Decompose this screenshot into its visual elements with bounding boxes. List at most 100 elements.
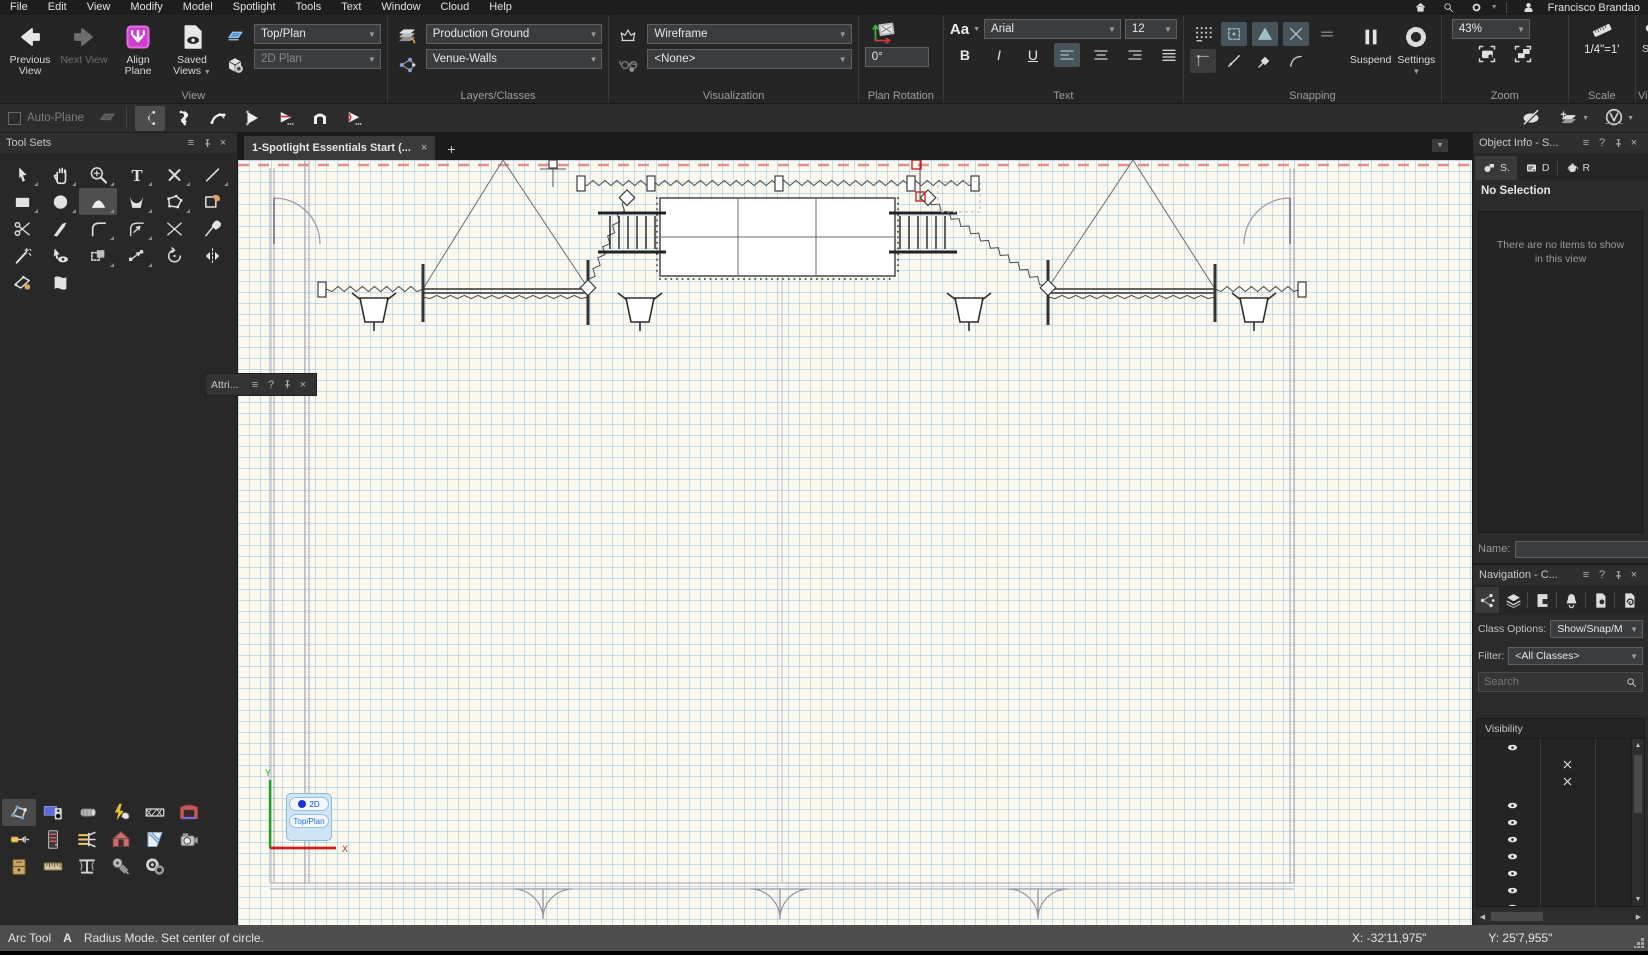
text-format-caret[interactable]: ▼ xyxy=(973,26,980,33)
document-tab[interactable]: 1-Spotlight Essentials Start (... × xyxy=(244,136,436,160)
scale-value[interactable]: 1/4"=1' xyxy=(1584,44,1619,56)
previous-view-button[interactable]: Previous View xyxy=(6,19,54,77)
toolset-category-stage-drape[interactable] xyxy=(172,799,206,826)
align-plane-button[interactable]: Align Plane xyxy=(114,19,162,77)
pan-tool[interactable] xyxy=(41,161,79,188)
toolset-category-spotlight-basic[interactable] xyxy=(2,799,36,826)
settings-caret-icon[interactable]: ▼ xyxy=(1491,4,1498,11)
select-similar-tool[interactable] xyxy=(41,242,79,269)
layers-icon[interactable] xyxy=(394,25,420,47)
align-center-button[interactable] xyxy=(1088,43,1114,67)
arch-mode-button[interactable] xyxy=(305,106,335,131)
nav-tab-design-layers[interactable] xyxy=(1501,587,1525,613)
freehand-tool[interactable] xyxy=(117,188,155,215)
toolset-category-pipe-and-drape[interactable] xyxy=(70,853,104,880)
view-mode-select[interactable]: Top/Plan ▼ xyxy=(254,24,381,44)
navigation-pin-icon[interactable] xyxy=(1610,570,1626,580)
toolset-category-hardware-bolt[interactable] xyxy=(104,853,138,880)
toolset-category-truss[interactable] xyxy=(138,799,172,826)
hidden-x-icon[interactable] xyxy=(1557,757,1577,772)
snap-distance-toggle[interactable] xyxy=(1314,22,1340,46)
scroll-up-icon[interactable]: ▲ xyxy=(1632,739,1644,752)
object-info-header[interactable]: Object Info - S... ≡ ? × xyxy=(1473,133,1648,153)
vectorworks-cloud-button[interactable]: ▼ xyxy=(1603,107,1634,129)
menu-item-text[interactable]: Text xyxy=(331,0,371,15)
toolset-category-camera[interactable] xyxy=(172,826,206,853)
hidden-x-icon[interactable] xyxy=(1557,774,1577,789)
arc-tangent-mode-button[interactable] xyxy=(237,106,267,131)
scroll-right-icon[interactable]: ▶ xyxy=(1632,913,1645,921)
eyedropper-tool[interactable] xyxy=(193,215,231,242)
view-bar-caret[interactable]: ▼ xyxy=(1642,57,1648,66)
nav-tab-saved-views[interactable] xyxy=(1588,587,1612,613)
classes-icon[interactable] xyxy=(394,54,420,76)
menu-item-view[interactable]: View xyxy=(77,0,121,15)
wand-tool[interactable] xyxy=(3,242,41,269)
delete-vertex-tool[interactable] xyxy=(155,161,193,188)
attributes-close-icon[interactable]: × xyxy=(295,379,311,391)
visibility-row[interactable] xyxy=(1477,865,1644,882)
circle-tool[interactable] xyxy=(41,188,79,215)
toolset-category-dimension-ruler[interactable] xyxy=(36,853,70,880)
working-plane-icon[interactable] xyxy=(222,25,248,47)
text-format-icon[interactable]: Aa xyxy=(950,21,969,38)
menu-item-tools[interactable]: Tools xyxy=(286,0,332,15)
hide-detail-icon[interactable] xyxy=(1520,108,1542,128)
arc-radius-mode-button[interactable] xyxy=(134,105,165,131)
zoom-select[interactable]: 43% ▼ xyxy=(1451,19,1530,39)
snap-settings-caret[interactable]: ▼ xyxy=(1412,66,1420,77)
nav-tab-references[interactable] xyxy=(1617,587,1641,613)
tab-overflow-button[interactable]: ▼ xyxy=(1432,139,1448,152)
toolset-category-rack[interactable] xyxy=(36,826,70,853)
visible-eye-icon[interactable] xyxy=(1502,815,1522,830)
drawing-canvas[interactable]: Y X 2D Top/Plan xyxy=(238,160,1472,925)
view-bar-settings-label[interactable]: Settings xyxy=(1642,43,1648,55)
tool-sets-menu-icon[interactable]: ≡ xyxy=(183,137,199,149)
search-input[interactable] xyxy=(1484,676,1626,688)
visibility-row[interactable] xyxy=(1477,831,1644,848)
nav-tab-viewports[interactable] xyxy=(1559,587,1583,613)
align-justify-button[interactable] xyxy=(1156,43,1182,67)
saved-views-button[interactable]: Saved Views ▼ xyxy=(168,19,216,78)
document-tab-close-icon[interactable]: × xyxy=(421,142,427,154)
arc-two-point-mode-button[interactable] xyxy=(169,106,199,131)
visibility-row[interactable] xyxy=(1477,739,1644,756)
toolset-category-pipe-fittings[interactable] xyxy=(70,826,104,853)
split-tool[interactable] xyxy=(41,215,79,242)
visibility-row[interactable] xyxy=(1477,797,1644,814)
clip-tool[interactable] xyxy=(193,188,231,215)
visibility-row[interactable] xyxy=(1477,848,1644,865)
visibility-row[interactable] xyxy=(1477,756,1644,773)
fillet-tool[interactable] xyxy=(79,215,117,242)
layer-select[interactable]: Production Ground ▼ xyxy=(425,24,603,44)
toolset-category-soft-goods[interactable] xyxy=(138,826,172,853)
snap-intersection-toggle[interactable] xyxy=(1282,22,1309,46)
snap-grid-toggle[interactable] xyxy=(1190,22,1216,46)
visible-eye-icon[interactable] xyxy=(1502,866,1522,881)
arc-tool[interactable] xyxy=(79,188,117,215)
visible-eye-icon[interactable] xyxy=(1502,740,1522,755)
fit-objects-icon[interactable] xyxy=(1474,44,1500,64)
snap-edge-toggle[interactable] xyxy=(1252,49,1278,73)
text-tool[interactable]: T xyxy=(117,161,155,188)
snap-tangent-toggle[interactable] xyxy=(1221,49,1247,73)
navigation-hscrollbar[interactable]: ◀ ▶ xyxy=(1476,910,1645,923)
underline-button[interactable]: U xyxy=(1020,43,1046,67)
navigation-help-icon[interactable]: ? xyxy=(1594,569,1610,581)
render-mode-select[interactable]: Wireframe ▼ xyxy=(647,24,852,44)
arc-three-point-mode-button[interactable] xyxy=(203,106,233,131)
render-style-select[interactable]: <None> ▼ xyxy=(647,49,852,69)
menu-item-window[interactable]: Window xyxy=(371,0,430,15)
intersect-tool[interactable] xyxy=(155,215,193,242)
sheet-tool[interactable] xyxy=(41,269,79,296)
attributes-palette[interactable]: Attri... ≡ ? × xyxy=(205,373,317,396)
visible-eye-icon[interactable] xyxy=(1502,883,1522,898)
search-box[interactable] xyxy=(1478,672,1643,692)
object-info-menu-icon[interactable]: ≡ xyxy=(1578,137,1594,149)
view-orientation-badge[interactable]: 2D Top/Plan xyxy=(286,793,332,841)
next-view-button[interactable]: Next View xyxy=(60,19,108,66)
navigation-menu-icon[interactable]: ≡ xyxy=(1578,569,1594,581)
visible-eye-icon[interactable] xyxy=(1502,900,1522,906)
snap-settings-button[interactable]: Settings ▼ xyxy=(1397,19,1435,77)
menu-item-spotlight[interactable]: Spotlight xyxy=(223,0,286,15)
